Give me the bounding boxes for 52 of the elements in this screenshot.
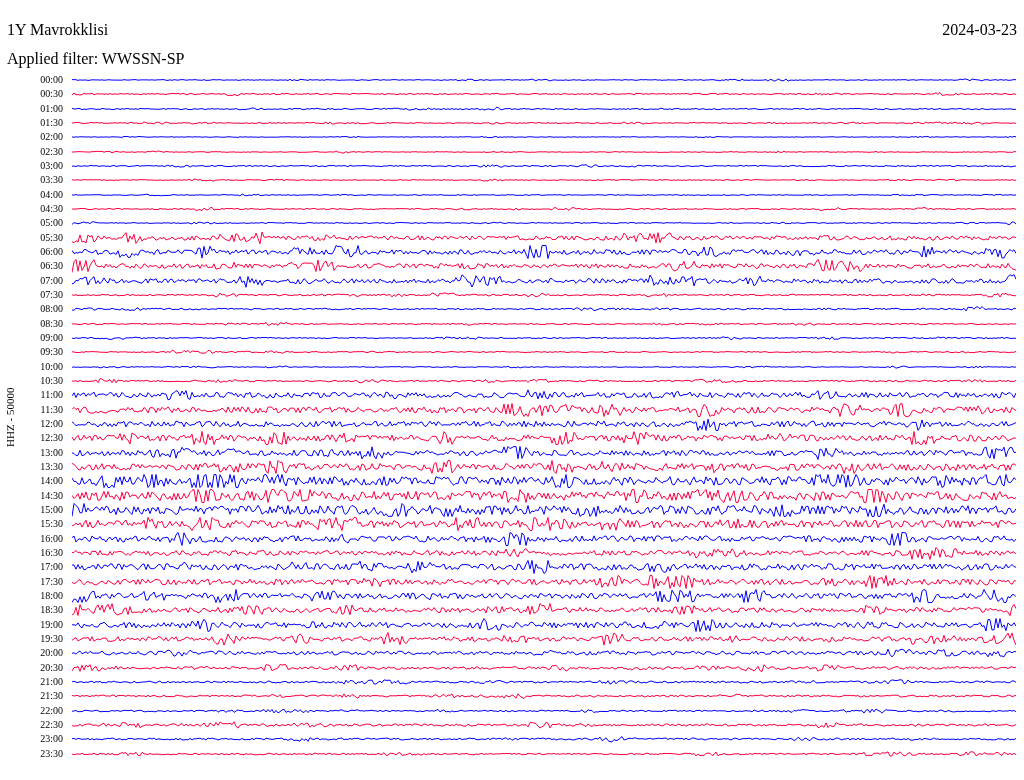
- time-label: 08:00: [39, 303, 64, 316]
- time-label: 13:00: [39, 446, 64, 459]
- time-label: 19:00: [39, 618, 64, 631]
- time-label: 23:00: [39, 733, 64, 746]
- time-label: 01:30: [39, 117, 64, 130]
- time-label: 06:00: [39, 246, 64, 259]
- time-label: 15:00: [39, 504, 64, 516]
- time-label: 20:30: [39, 661, 64, 674]
- time-label: 23:30: [39, 747, 64, 760]
- time-label: 09:30: [39, 346, 64, 359]
- time-label: 20:00: [39, 647, 64, 660]
- time-label: 07:00: [39, 274, 64, 287]
- time-label: 16:00: [39, 532, 64, 545]
- time-label: 22:00: [39, 704, 64, 717]
- time-label: 18:00: [39, 589, 64, 602]
- date-label: 2024-03-23: [942, 20, 1017, 40]
- time-label: 17:00: [39, 561, 64, 574]
- time-label: 02:00: [39, 131, 64, 144]
- filter-label: Applied filter: WWSSN-SP: [7, 50, 185, 67]
- station-title: 1Y Mavrokklisi: [7, 20, 109, 40]
- time-label: 03:30: [39, 174, 64, 187]
- time-label: 16:30: [39, 547, 64, 559]
- time-label: 09:00: [39, 332, 64, 345]
- time-label: 18:30: [39, 604, 64, 617]
- time-label: 12:00: [39, 418, 64, 431]
- time-label: 06:30: [39, 260, 64, 273]
- time-label: 19:30: [39, 632, 64, 645]
- time-label: 00:00: [39, 74, 64, 87]
- time-label: 11:00: [39, 389, 64, 402]
- axis-label: HHZ - 50000: [3, 387, 18, 447]
- time-label: 08:30: [39, 317, 64, 330]
- time-label: 02:30: [39, 145, 64, 158]
- time-label: 12:30: [39, 432, 64, 445]
- time-label: 05:00: [39, 217, 64, 230]
- time-label: 13:30: [39, 461, 64, 473]
- time-label: 01:00: [39, 102, 64, 115]
- time-label: 04:30: [39, 203, 64, 216]
- time-label: 03:00: [39, 160, 64, 173]
- time-label: 22:30: [39, 718, 64, 731]
- time-label: 05:30: [39, 231, 64, 244]
- time-label: 10:00: [39, 360, 64, 373]
- time-label: 07:30: [39, 289, 64, 302]
- time-label: 04:00: [39, 188, 64, 201]
- time-label: 14:30: [39, 489, 64, 502]
- time-label: 14:00: [39, 475, 64, 488]
- time-label: 00:30: [39, 88, 64, 101]
- time-label: 21:00: [39, 675, 64, 688]
- time-label: 21:30: [39, 690, 64, 703]
- time-label: 10:30: [39, 375, 64, 388]
- time-label: 17:30: [39, 575, 64, 588]
- time-label: 15:30: [39, 518, 64, 531]
- time-label: 11:30: [39, 403, 64, 416]
